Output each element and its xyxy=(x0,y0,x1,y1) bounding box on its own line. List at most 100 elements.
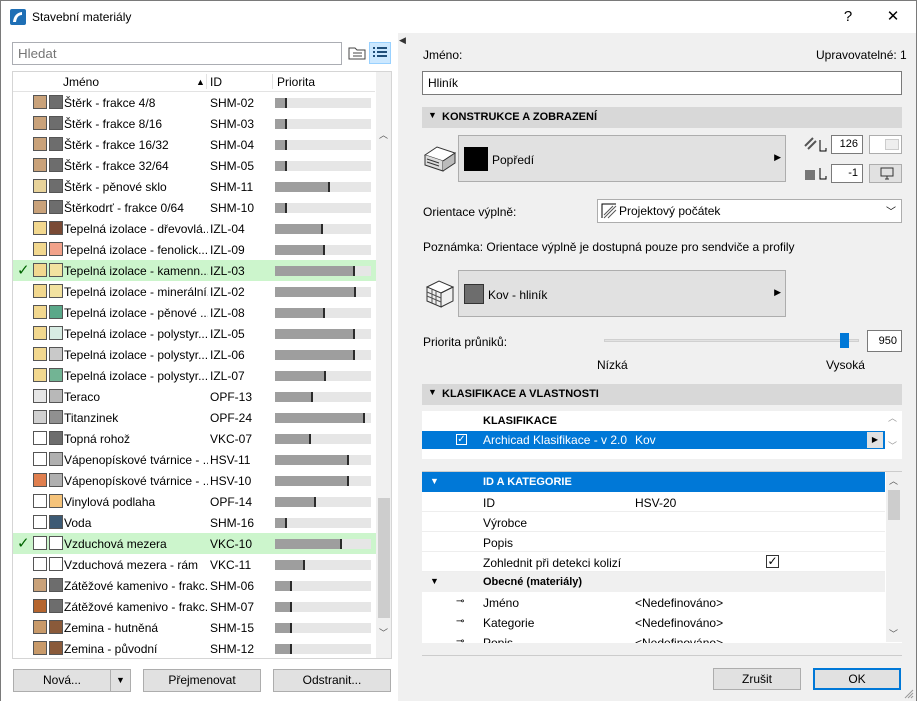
monitor-icon[interactable] xyxy=(869,164,902,183)
delete-button[interactable]: Odstranit... xyxy=(273,669,391,692)
material-id: SHM-05 xyxy=(210,159,255,173)
pen-number-field[interactable]: 126 xyxy=(831,135,863,154)
ok-button[interactable]: OK xyxy=(813,668,901,690)
property-value[interactable]: ✓ xyxy=(766,555,779,568)
scroll-down-icon[interactable]: ﹀ xyxy=(889,627,898,640)
property-row[interactable]: ⊸ Popis <Nedefinováno> xyxy=(422,632,885,643)
rename-button[interactable]: Přejmenovat xyxy=(143,669,261,692)
material-row[interactable]: Vinylová podlaha OPF-14 xyxy=(13,491,377,512)
property-row[interactable]: Popis xyxy=(422,532,885,552)
surface-swatch xyxy=(49,95,63,109)
scroll-up-icon[interactable]: ︿ xyxy=(379,128,388,141)
checkbox-icon[interactable]: ✓ xyxy=(456,434,467,445)
list-view-icon[interactable] xyxy=(369,42,391,64)
cut-fill-swatch xyxy=(33,221,47,235)
help-button[interactable]: ? xyxy=(825,1,871,33)
column-id[interactable]: ID xyxy=(210,75,222,89)
material-row[interactable]: Tepelná izolace - minerální... IZL-02 xyxy=(13,281,377,302)
surface-button[interactable]: Kov - hliník ▶ xyxy=(458,270,786,317)
material-row[interactable]: ✓ Vzduchová mezera VKC-10 xyxy=(13,533,377,554)
material-row[interactable]: Štěrk - frakce 32/64 SHM-05 xyxy=(13,155,377,176)
foreground-pen-button[interactable]: Popředí ▶ xyxy=(458,135,786,182)
material-row[interactable]: Tepelná izolace - polystyr... IZL-07 xyxy=(13,365,377,386)
property-row[interactable]: ⊸ Kategorie <Nedefinováno> xyxy=(422,612,885,632)
material-row[interactable]: Zemina - hutněná SHM-15 xyxy=(13,617,377,638)
collapse-icon[interactable]: ◀ xyxy=(399,35,406,46)
material-row[interactable]: Tepelná izolace - fenolick... IZL-09 xyxy=(13,239,377,260)
list-header: Jméno ▲ ID Priorita xyxy=(13,72,375,92)
scroll-down-icon[interactable]: ﹀ xyxy=(888,439,897,452)
column-name[interactable]: Jméno xyxy=(63,75,99,89)
surface-swatch xyxy=(49,221,63,235)
scroll-up-icon[interactable]: ︿ xyxy=(888,411,897,424)
material-row[interactable]: Vzduchová mezera - rám VKC-11 xyxy=(13,554,377,575)
property-row[interactable]: Výrobce xyxy=(422,512,885,532)
material-name: Štěrk - frakce 8/16 xyxy=(64,117,163,131)
material-name: Vápenopískové tvárnice - ... xyxy=(64,474,208,488)
scroll-thumb[interactable] xyxy=(378,498,390,618)
orientation-select[interactable]: Projektový počátek ﹀ xyxy=(597,199,902,223)
panel-divider[interactable]: ◀ xyxy=(398,33,406,701)
section-classification[interactable]: ▼ KLASIFIKACE A VLASTNOSTI xyxy=(422,384,902,405)
material-row[interactable]: Tepelná izolace - dřevovlá... IZL-04 xyxy=(13,218,377,239)
material-row[interactable]: Vápenopískové tvárnice - ... HSV-10 xyxy=(13,470,377,491)
section-construction[interactable]: ▼ KONSTRUKCE A ZOBRAZENÍ xyxy=(422,107,902,128)
scroll-up-icon[interactable]: ︿ xyxy=(889,474,898,487)
id-category-header[interactable]: ▼ ID A KATEGORIE xyxy=(422,472,885,492)
pen-color-button[interactable] xyxy=(869,135,902,154)
material-row[interactable]: Zemina - původní SHM-12 xyxy=(13,638,377,658)
materials-list: Jméno ▲ ID Priorita Štěrk - frakce 4/8 SH… xyxy=(12,71,392,659)
priority-value-field[interactable]: 950 xyxy=(867,330,902,352)
material-row[interactable]: Vápenopískové tvárnice - ... HSV-11 xyxy=(13,449,377,470)
scroll-down-icon[interactable]: ﹀ xyxy=(379,626,388,639)
material-row[interactable]: Teraco OPF-13 xyxy=(13,386,377,407)
surface-swatch xyxy=(49,242,63,256)
general-section-header[interactable]: ▼ Obecné (materiály) xyxy=(422,572,885,592)
priority-bar xyxy=(275,476,371,486)
scroll-thumb[interactable] xyxy=(888,490,900,520)
orientation-note: Poznámka: Orientace výplně je dostupná p… xyxy=(423,240,795,254)
material-name-field[interactable]: Hliník xyxy=(422,71,902,95)
new-button[interactable]: Nová... xyxy=(13,669,111,692)
surface-swatch xyxy=(49,515,63,529)
cut-fill-swatch xyxy=(33,263,47,277)
background-pen-field[interactable]: -1 xyxy=(831,164,863,183)
property-row[interactable]: Zohlednit při detekci kolizí ✓ xyxy=(422,552,885,572)
property-row[interactable]: ⊸ Jméno <Nedefinováno> xyxy=(422,592,885,612)
property-row[interactable]: ID HSV-20 xyxy=(422,492,885,512)
material-row[interactable]: Topná rohož VKC-07 xyxy=(13,428,377,449)
material-row[interactable]: Zátěžové kamenivo - frakc... SHM-06 xyxy=(13,575,377,596)
material-row[interactable]: Štěrk - frakce 8/16 SHM-03 xyxy=(13,113,377,134)
material-row[interactable]: Tepelná izolace - polystyr... IZL-05 xyxy=(13,323,377,344)
cancel-button[interactable]: Zrušit xyxy=(713,668,801,690)
new-dropdown-icon[interactable]: ▼ xyxy=(110,669,131,692)
material-row[interactable]: ✓ Tepelná izolace - kamenn... IZL-03 xyxy=(13,260,377,281)
classification-row[interactable]: ✓ Archicad Klasifikace - v 2.0 Kov ▶ xyxy=(422,431,885,449)
properties-scrollbar[interactable]: ︿ ﹀ xyxy=(886,472,902,642)
material-row[interactable]: Zátěžové kamenivo - frakc... SHM-07 xyxy=(13,596,377,617)
material-row[interactable]: Tepelná izolace - pěnové ... IZL-08 xyxy=(13,302,377,323)
close-button[interactable]: ✕ xyxy=(870,1,916,33)
property-value[interactable]: <Nedefinováno> xyxy=(635,636,723,643)
property-value[interactable]: <Nedefinováno> xyxy=(635,616,723,630)
material-row[interactable]: Štěrk - pěnové sklo SHM-11 xyxy=(13,176,377,197)
material-row[interactable]: Titanzinek OPF-24 xyxy=(13,407,377,428)
resize-grip-icon[interactable] xyxy=(904,689,914,699)
list-scrollbar[interactable]: ︿ ﹀ xyxy=(376,72,391,658)
priority-slider[interactable] xyxy=(604,333,859,348)
property-value[interactable]: HSV-20 xyxy=(635,496,676,510)
folder-view-icon[interactable] xyxy=(346,42,368,64)
property-value[interactable]: <Nedefinováno> xyxy=(635,596,723,610)
material-row[interactable]: Tepelná izolace - polystyr... IZL-06 xyxy=(13,344,377,365)
column-priority[interactable]: Priorita xyxy=(277,75,315,89)
material-row[interactable]: Voda SHM-16 xyxy=(13,512,377,533)
search-input[interactable] xyxy=(12,42,342,65)
material-row[interactable]: Štěrk - frakce 4/8 SHM-02 xyxy=(13,92,377,113)
slider-thumb[interactable] xyxy=(840,333,850,348)
surface-swatch xyxy=(464,284,484,304)
material-row[interactable]: Štěrk - frakce 16/32 SHM-04 xyxy=(13,134,377,155)
material-row[interactable]: Štěrkodrť - frakce 0/64 SHM-10 xyxy=(13,197,377,218)
priority-bar xyxy=(275,182,371,192)
cut-fill-swatch xyxy=(33,305,47,319)
chevron-right-icon[interactable]: ▶ xyxy=(867,432,883,448)
